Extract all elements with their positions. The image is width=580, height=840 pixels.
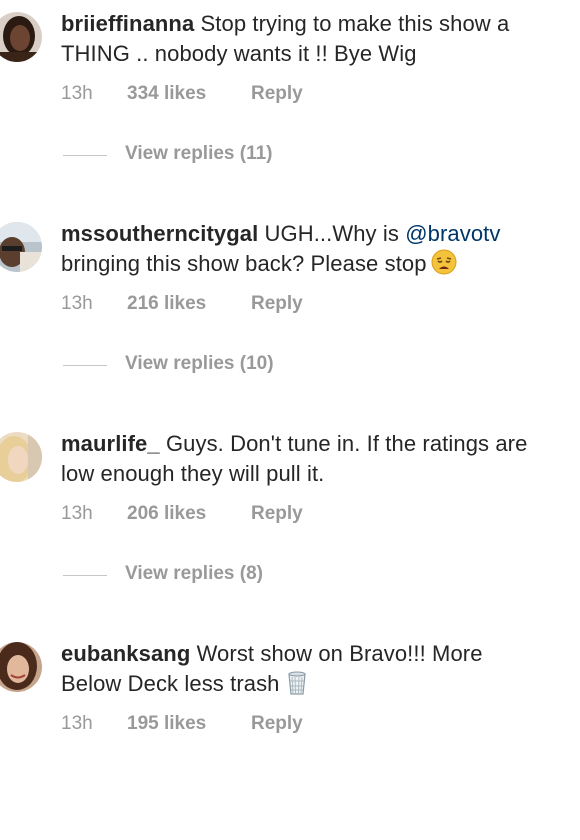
comment-text: briieffinanna Stop trying to make this s…	[61, 9, 580, 69]
reply-button[interactable]: Reply	[251, 503, 303, 525]
comment-meta: 13h 334 likes Reply	[61, 83, 303, 105]
reply-button[interactable]: Reply	[251, 713, 303, 735]
comment-username[interactable]: eubanksang	[61, 641, 190, 666]
comment-item: mssoutherncitygal UGH...Why is @bravotv …	[0, 210, 580, 420]
comment-body: UGH...Why is	[264, 221, 399, 246]
comment-time: 13h	[61, 503, 93, 524]
comment-likes[interactable]: 334 likes	[127, 83, 251, 105]
comment-likes[interactable]: 195 likes	[127, 713, 251, 735]
comment-text: mssoutherncitygal UGH...Why is @bravotv …	[61, 219, 580, 279]
avatar[interactable]	[0, 12, 42, 62]
comment-body: Guys. Don't tune in. If the ratings are	[165, 431, 528, 456]
comment-time: 13h	[61, 293, 93, 314]
reply-button[interactable]: Reply	[251, 83, 303, 105]
comment-item: briieffinanna Stop trying to make this s…	[0, 0, 580, 210]
replies-divider	[63, 575, 107, 576]
avatar[interactable]	[0, 432, 42, 482]
comment-username[interactable]: briieffinanna	[61, 11, 194, 36]
mention-link[interactable]: @bravotv	[405, 221, 500, 246]
comment-body: Stop trying to make this show a	[200, 11, 510, 36]
comment-item: eubanksang Worst show on Bravo!!! More B…	[0, 630, 580, 840]
comment-meta: 13h 195 likes Reply	[61, 713, 303, 735]
replies-divider	[63, 365, 107, 366]
comment-text: eubanksang Worst show on Bravo!!! More B…	[61, 639, 580, 699]
avatar[interactable]	[0, 222, 42, 272]
comment-meta: 13h 206 likes Reply	[61, 503, 303, 525]
view-replies-label[interactable]: View replies (10)	[125, 353, 274, 375]
avatar[interactable]	[0, 642, 42, 692]
comment-body-line2: THING .. nobody wants it !! Bye Wig	[61, 41, 417, 66]
comment-item: maurlife_ Guys. Don't tune in. If the ra…	[0, 420, 580, 630]
replies-divider	[63, 155, 107, 156]
view-replies-label[interactable]: View replies (8)	[125, 563, 263, 585]
comment-body: Worst show on Bravo!!! More	[196, 641, 483, 666]
weary-face-emoji	[431, 249, 457, 275]
view-replies-label[interactable]: View replies (11)	[125, 143, 273, 165]
reply-button[interactable]: Reply	[251, 293, 303, 315]
comment-meta: 13h 216 likes Reply	[61, 293, 303, 315]
comment-username[interactable]: mssoutherncitygal	[61, 221, 258, 246]
comment-body-line2: bringing this show back? Please stop	[61, 251, 427, 276]
comment-likes[interactable]: 206 likes	[127, 503, 251, 525]
comment-text: maurlife_ Guys. Don't tune in. If the ra…	[61, 429, 580, 489]
comment-likes[interactable]: 216 likes	[127, 293, 251, 315]
comment-username[interactable]: maurlife_	[61, 431, 160, 456]
comment-time: 13h	[61, 713, 93, 734]
wastebasket-emoji	[287, 671, 306, 695]
comment-body-line2: Below Deck less trash	[61, 671, 280, 696]
comment-time: 13h	[61, 83, 93, 104]
comment-body-line2: low enough they will pull it.	[61, 461, 325, 486]
